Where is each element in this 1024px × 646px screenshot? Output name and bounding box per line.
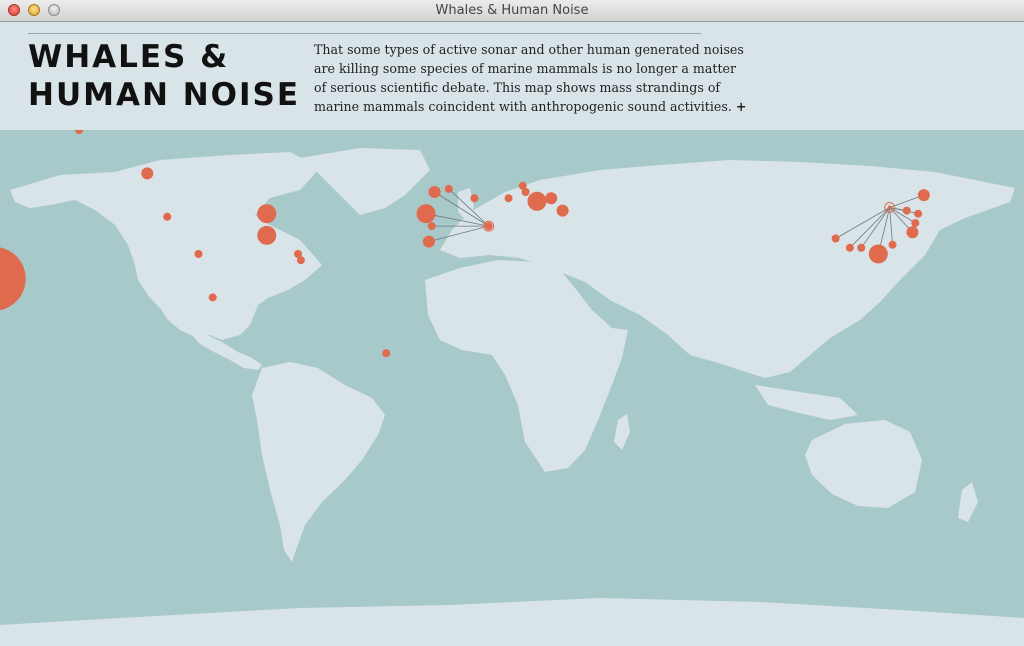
stranding-marker[interactable] [428, 186, 441, 198]
stranding-marker[interactable] [902, 206, 911, 215]
stranding-marker[interactable] [857, 243, 866, 252]
stranding-marker[interactable] [382, 349, 391, 358]
stranding-marker[interactable] [257, 225, 277, 245]
stranding-marker[interactable] [208, 293, 217, 302]
stranding-marker[interactable] [470, 194, 479, 203]
stranding-marker[interactable] [484, 222, 493, 231]
stranding-marker[interactable] [831, 234, 840, 243]
header-divider [28, 33, 701, 34]
stranding-marker[interactable] [917, 189, 930, 202]
page-title: WHALES & HUMAN NOISE [28, 38, 300, 114]
intro-text: That some types of active sonar and othe… [314, 40, 746, 116]
title-bar[interactable]: Whales & Human Noise [0, 0, 1024, 22]
stranding-marker[interactable] [504, 194, 513, 203]
stranding-marker[interactable] [527, 191, 547, 211]
window-title: Whales & Human Noise [435, 3, 589, 18]
app-window: Whales & Human Noise WHALES & HUMAN NOIS… [0, 0, 1024, 646]
stranding-marker[interactable] [163, 212, 172, 221]
intro-line-4: marine mammals coincident with anthropog… [314, 97, 746, 116]
stranding-marker[interactable] [888, 240, 897, 249]
stranding-marker[interactable] [416, 204, 436, 224]
stranding-marker[interactable] [845, 243, 854, 252]
read-more-plus-icon[interactable]: + [736, 99, 747, 114]
stranding-marker[interactable] [444, 184, 453, 193]
stranding-marker[interactable] [194, 250, 203, 258]
stranding-marker[interactable] [914, 209, 923, 218]
stranding-marker[interactable] [906, 226, 919, 239]
stranding-marker[interactable] [257, 204, 277, 224]
intro-line-1: That some types of active sonar and othe… [314, 42, 744, 57]
page-title-line2: HUMAN NOISE [28, 77, 301, 113]
stranding-marker[interactable] [422, 235, 435, 248]
intro-line-4-text: marine mammals coincident with anthropog… [314, 99, 732, 114]
intro-line-2: are killing some species of marine mamma… [314, 61, 736, 76]
world-map[interactable] [0, 130, 1024, 646]
intro-line-3: of serious scientific debate. This map s… [314, 80, 721, 95]
stranding-marker[interactable] [521, 188, 530, 196]
sonar-source-dot[interactable] [887, 205, 892, 210]
stranding-marker[interactable] [868, 244, 888, 264]
stranding-marker[interactable] [556, 204, 569, 217]
stranding-marker[interactable] [296, 256, 305, 265]
stranding-marker[interactable] [545, 192, 558, 205]
stranding-marker[interactable] [427, 222, 436, 231]
header: WHALES & HUMAN NOISE That some types of … [0, 22, 1024, 130]
page-title-line1: WHALES & [28, 39, 230, 75]
stranding-marker[interactable] [141, 167, 154, 180]
stranding-marker[interactable] [911, 219, 920, 227]
